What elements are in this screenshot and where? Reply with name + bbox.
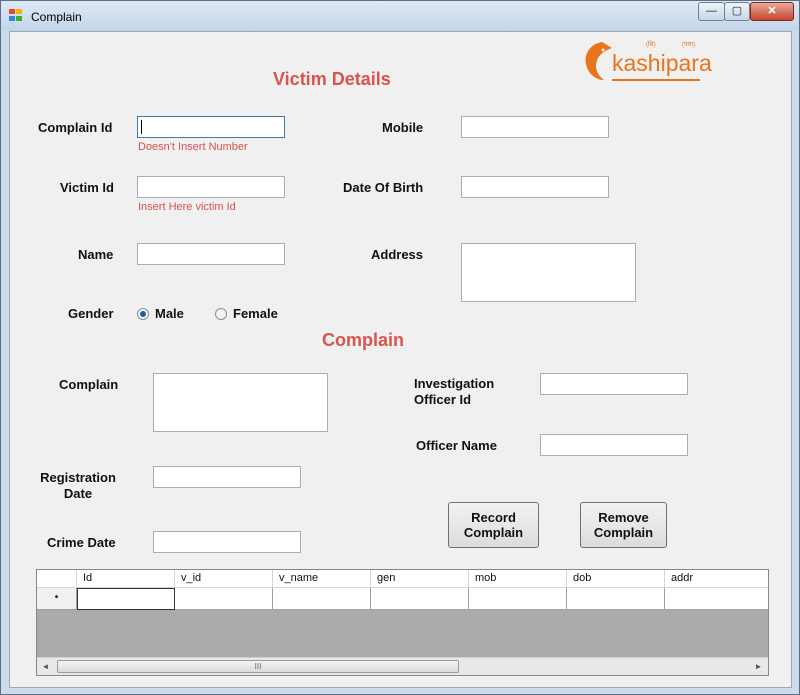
gender-female-label[interactable]: Female — [233, 306, 278, 321]
name-input[interactable] — [137, 243, 285, 265]
complain-data-grid[interactable]: Id v_id v_name gen mob dob addr • ◄ III … — [36, 569, 769, 676]
victim-id-hint: Insert Here victim Id — [138, 201, 236, 213]
bird-logo-icon — [585, 42, 612, 80]
grid-column-header[interactable]: v_id — [175, 570, 273, 588]
remove-complain-button[interactable]: Remove Complain — [580, 502, 667, 548]
scroll-right-icon[interactable]: ► — [750, 658, 767, 675]
form-client-area: (शि) (पारा) kashipara Victim Details Com… — [9, 31, 792, 688]
maximize-button[interactable]: ▢ — [724, 2, 750, 21]
scrollbar-thumb[interactable]: III — [57, 660, 459, 673]
grid-new-row-marker[interactable]: • — [37, 588, 77, 610]
mobile-input[interactable] — [461, 116, 609, 138]
gender-male-label[interactable]: Male — [155, 306, 184, 321]
logo-text-b: para — [665, 50, 712, 76]
mobile-label: Mobile — [382, 120, 424, 135]
grid-horizontal-scrollbar[interactable]: ◄ III ► — [37, 657, 768, 675]
grid-row-header-corner — [37, 570, 77, 588]
logo-text: kashipara — [612, 50, 712, 77]
logo-small-right: (पारा) — [682, 42, 695, 48]
minimize-button[interactable]: — — [698, 2, 725, 21]
grid-column-header[interactable]: addr — [665, 570, 768, 588]
complain-id-input[interactable] — [137, 116, 285, 138]
gender-label: Gender — [68, 306, 114, 321]
record-complain-button[interactable]: Record Complain — [448, 502, 539, 548]
app-window: Complain — ▢ ✕ (शि) (पारा) kashipara Vic… — [0, 0, 800, 695]
title-bar[interactable]: Complain — ▢ ✕ — [1, 1, 799, 31]
officer-name-input[interactable] — [540, 434, 688, 456]
complain-heading: Complain — [322, 330, 405, 350]
grid-cell[interactable] — [469, 588, 567, 610]
complain-id-label: Complain Id — [38, 120, 113, 135]
gender-female-radio[interactable] — [215, 308, 227, 320]
grid-cell[interactable] — [77, 588, 175, 610]
victim-details-heading: Victim Details — [273, 69, 391, 89]
scroll-left-icon[interactable]: ◄ — [37, 658, 54, 675]
text-caret — [141, 120, 142, 134]
complain-textarea[interactable] — [153, 373, 328, 432]
grid-cell[interactable] — [371, 588, 469, 610]
name-label: Name — [78, 247, 114, 262]
registration-date-label: Registration Date — [40, 470, 116, 501]
grid-cell[interactable] — [665, 588, 768, 610]
grid-column-header[interactable]: dob — [567, 570, 665, 588]
grid-cell[interactable] — [175, 588, 273, 610]
kashipara-logo: (शि) (पारा) kashipara — [582, 36, 712, 86]
victim-id-input[interactable] — [137, 176, 285, 198]
address-textarea[interactable] — [461, 243, 636, 302]
grid-column-header[interactable]: mob — [469, 570, 567, 588]
registration-date-input[interactable] — [153, 466, 301, 488]
victim-id-label: Victim Id — [60, 180, 114, 195]
complain-label: Complain — [59, 377, 119, 392]
logo-small-left: (शि) — [646, 42, 656, 48]
close-button[interactable]: ✕ — [750, 2, 794, 21]
investigation-officer-id-input[interactable] — [540, 373, 688, 395]
investigation-officer-id-label: Investigation Officer Id — [414, 376, 495, 407]
grid-cell[interactable] — [567, 588, 665, 610]
gender-male-radio[interactable] — [137, 308, 149, 320]
window-title: Complain — [31, 10, 82, 24]
dob-label: Date Of Birth — [343, 180, 424, 195]
grid-column-header[interactable]: gen — [371, 570, 469, 588]
complain-id-hint: Doesn't Insert Number — [138, 141, 248, 153]
grid-column-header[interactable]: Id — [77, 570, 175, 588]
dob-input[interactable] — [461, 176, 609, 198]
app-icon — [9, 9, 23, 22]
logo-underline — [612, 79, 700, 81]
address-label: Address — [371, 247, 424, 262]
grid-column-header[interactable]: v_name — [273, 570, 371, 588]
crime-date-input[interactable] — [153, 531, 301, 553]
logo-text-a: kashi — [612, 50, 666, 76]
crime-date-label: Crime Date — [47, 535, 116, 550]
officer-name-label: Officer Name — [416, 438, 497, 453]
grid-cell[interactable] — [273, 588, 371, 610]
